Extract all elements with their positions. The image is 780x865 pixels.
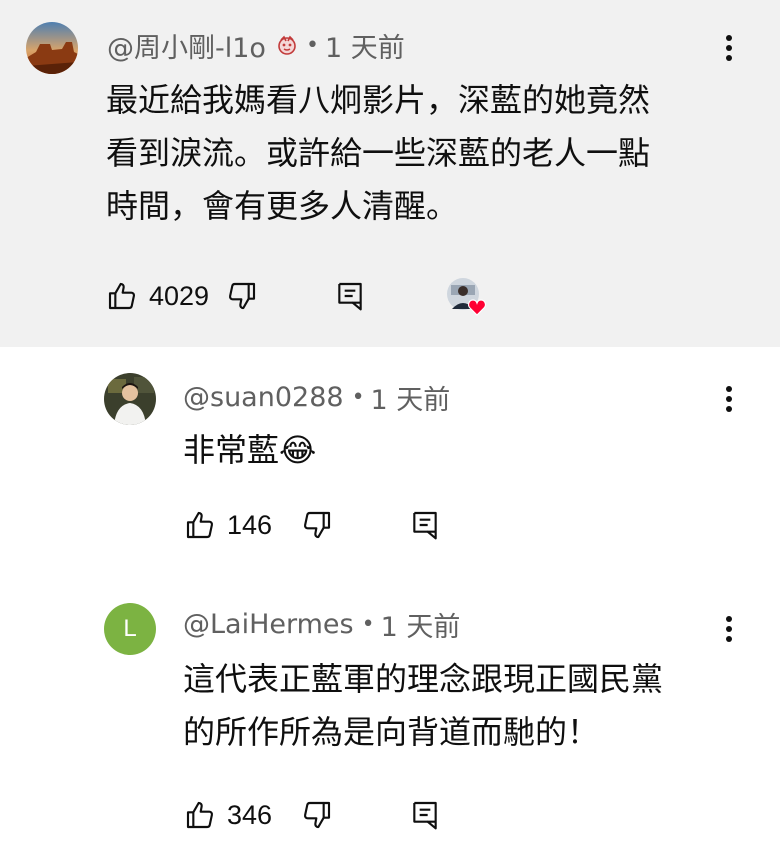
comment-item: @周小剛-l1o • 1 天前 最近給我媽看八炯影片，深藍的她竟然 看到淚流。或… — [0, 0, 780, 347]
dislike-icon[interactable] — [300, 798, 334, 832]
reply-icon[interactable] — [333, 279, 367, 313]
like-count: 146 — [227, 509, 273, 540]
comment-actions: 346 — [183, 795, 442, 835]
comment-timestamp: 1 天前 — [370, 384, 451, 416]
more-options-icon[interactable] — [714, 28, 744, 68]
more-options-icon[interactable] — [714, 609, 744, 649]
comment-text: 這代表正藍軍的理念跟現正國民黨 的所作所為是向背道而馳的！ — [183, 653, 663, 759]
desert-landscape-avatar[interactable] — [26, 22, 78, 74]
comment-header: @LaiHermes • 1 天前 — [183, 604, 460, 644]
like-count: 4029 — [149, 280, 210, 311]
comment-text-line: 最近給我媽看八炯影片，深藍的她竟然 — [106, 81, 651, 119]
comment-text-line: 時間，會有更多人清醒。 — [106, 187, 459, 225]
comment-header: @suan0288 • 1 天前 — [183, 377, 450, 417]
letter-avatar[interactable]: L — [104, 603, 156, 655]
comment-text-line: 的所作所為是向背道而馳的！ — [183, 713, 600, 751]
comment-text-line: 看到淚流。或許給一些深藍的老人一點 — [106, 134, 651, 172]
comment-item: @suan0288 • 1 天前 非常藍😂 146 — [0, 347, 780, 587]
comment-author-handle[interactable]: @suan0288 — [183, 382, 344, 413]
comment-author-handle[interactable]: @周小剛-l1o — [107, 26, 266, 65]
like-count: 346 — [227, 799, 273, 830]
comment-actions: 146 — [183, 505, 442, 545]
comment-actions: 4029 — [105, 276, 367, 316]
reply-icon[interactable] — [408, 798, 442, 832]
comment-header: @周小剛-l1o • 1 天前 — [107, 25, 405, 65]
comment-text-line: 這代表正藍軍的理念跟現正國民黨 — [183, 660, 664, 698]
meta-separator: • — [351, 384, 365, 410]
person-photo-avatar[interactable] — [104, 373, 156, 425]
dislike-icon[interactable] — [300, 508, 334, 542]
comment-timestamp: 1 天前 — [380, 611, 461, 643]
comment-item: L @LaiHermes • 1 天前 這代表正藍軍的理念跟現正國民黨 的所作所… — [0, 587, 780, 865]
creator-heart-icon — [446, 277, 490, 317]
like-icon[interactable] — [105, 279, 139, 313]
comment-timestamp: 1 天前 — [324, 32, 405, 64]
meta-separator: • — [305, 32, 319, 58]
reply-icon[interactable] — [408, 508, 442, 542]
member-badge-icon — [276, 34, 298, 56]
avatar-letter: L — [123, 615, 137, 642]
comment-text: 非常藍😂 — [183, 424, 316, 477]
like-icon[interactable] — [183, 508, 217, 542]
more-options-icon[interactable] — [714, 379, 744, 419]
dislike-icon[interactable] — [225, 279, 259, 313]
comment-text: 最近給我媽看八炯影片，深藍的她竟然 看到淚流。或許給一些深藍的老人一點 時間，會… — [106, 74, 650, 233]
comment-text-line: 非常藍😂 — [183, 431, 317, 469]
comment-author-handle[interactable]: @LaiHermes — [183, 609, 354, 640]
like-icon[interactable] — [183, 798, 217, 832]
meta-separator: • — [361, 611, 375, 637]
